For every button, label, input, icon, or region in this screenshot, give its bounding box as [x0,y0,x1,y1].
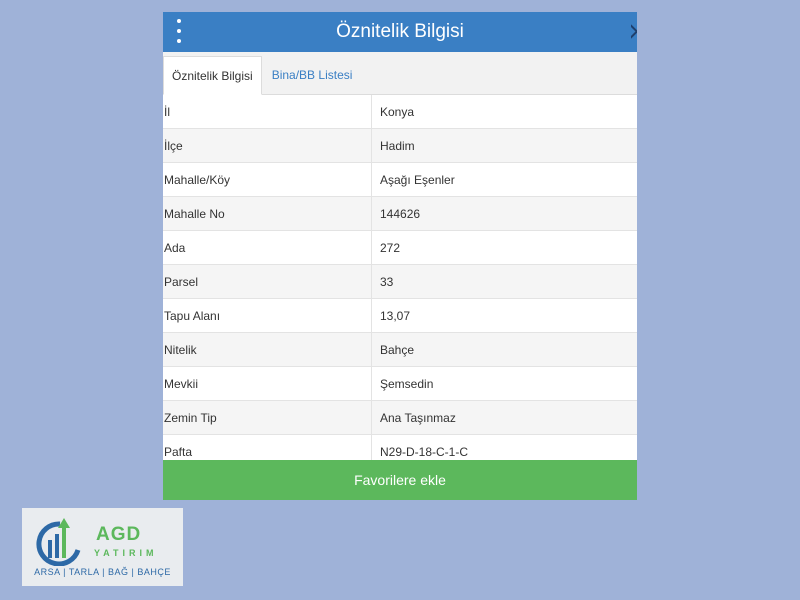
add-favorite-button[interactable]: Favorilere ekle [163,460,637,500]
logo-name: AGD [96,524,142,545]
table-row: Ada 272 [163,231,637,265]
tab-attribute-info[interactable]: Öznitelik Bilgisi [163,56,262,95]
tab-building-list[interactable]: Bina/BB Listesi [262,56,361,94]
table-row: İl Konya [163,95,637,129]
attribute-panel: Öznitelik Bilgisi Öznitelik Bilgisi Bina… [163,12,637,500]
row-key: Zemin Tip [163,401,372,434]
table-row: Mevkii Şemsedin [163,367,637,401]
row-key: Nitelik [163,333,372,366]
row-value: 272 [380,240,401,255]
table-row: Parsel 33 [163,265,637,299]
row-value: Hadim [380,138,415,153]
row-value: Konya [380,104,415,119]
row-value: 13,07 [380,308,411,323]
row-value: Şemsedin [380,376,434,391]
row-key: Ada [163,231,372,264]
row-key: İl [163,95,372,128]
row-key: İlçe [163,129,372,162]
row-value: 144626 [380,206,421,221]
row-key: Mahalle No [163,197,372,230]
growth-chart-icon [36,518,81,566]
row-key: Parsel [163,265,372,298]
table-row: Tapu Alanı 13,07 [163,299,637,333]
table-row: Mahalle No 144626 [163,197,637,231]
row-key: Mahalle/Köy [163,163,372,196]
tab-bar: Öznitelik Bilgisi Bina/BB Listesi [163,52,637,95]
table-row: İlçe Hadim [163,129,637,163]
logo-subtitle: YATIRIM [94,548,158,558]
kebab-menu-icon[interactable] [173,19,185,43]
table-row: Nitelik Bahçe [163,333,637,367]
panel-header: Öznitelik Bilgisi [163,12,637,52]
attribute-table: İl Konya İlçe Hadim Mahalle/Köy Aşağı Eş… [163,95,637,469]
chevron-right-icon[interactable] [631,24,637,40]
panel-title: Öznitelik Bilgisi [336,21,464,42]
table-row: Zemin Tip Ana Taşınmaz [163,401,637,435]
row-value: Aşağı Eşenler [380,172,455,187]
row-value: Ana Taşınmaz [380,410,456,425]
row-value: 33 [380,274,394,289]
table-row: Mahalle/Köy Aşağı Eşenler [163,163,637,197]
row-key: Tapu Alanı [163,299,372,332]
company-logo: AGD YATIRIM ARSA | TARLA | BAĞ | BAHÇE [22,508,183,586]
row-key: Mevkii [163,367,372,400]
row-value: Bahçe [380,342,415,357]
logo-tagline: ARSA | TARLA | BAĞ | BAHÇE [34,567,171,577]
